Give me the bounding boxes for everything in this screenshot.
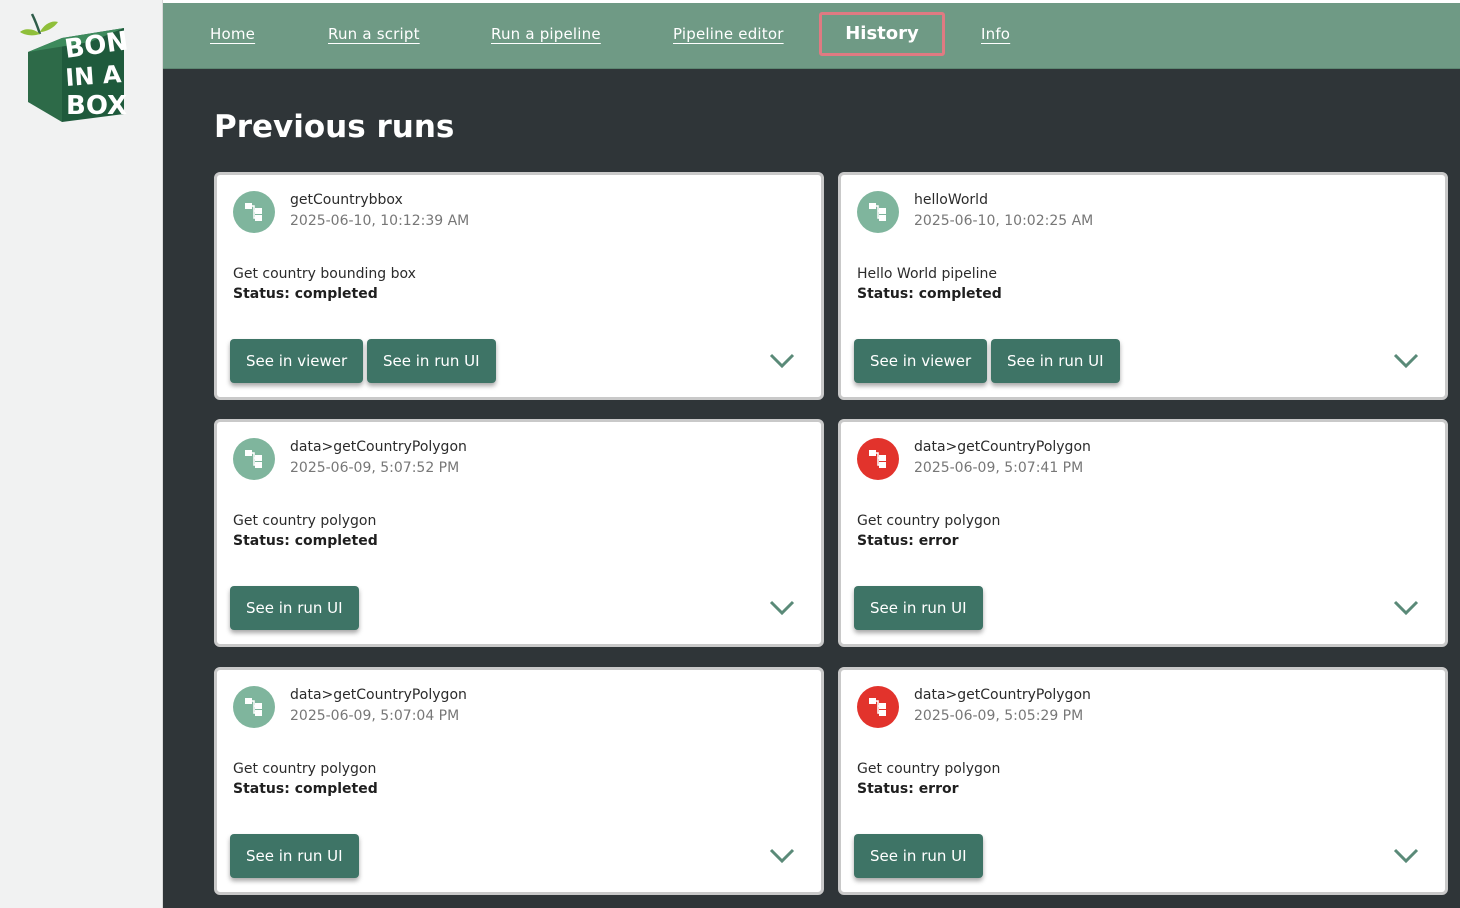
run-timestamp: 2025-06-09, 5:05:29 PM <box>914 708 1084 724</box>
chevron-down-icon[interactable] <box>1393 848 1419 864</box>
run-timestamp: 2025-06-09, 5:07:52 PM <box>290 460 460 476</box>
run-timestamp: 2025-06-09, 5:07:41 PM <box>914 460 1084 476</box>
top-navigation: Home Run a script Run a pipeline Pipelin… <box>163 3 1460 69</box>
run-status: Status: error <box>857 533 959 549</box>
svg-text:IN A: IN A <box>64 60 122 92</box>
pipeline-icon <box>857 438 899 480</box>
svg-text:BOX: BOX <box>66 91 127 121</box>
run-description: Get country polygon <box>233 513 377 529</box>
nav-run-pipeline-link[interactable]: Run a pipeline <box>491 25 601 43</box>
bon-in-a-box-logo[interactable]: BON IN A BOX <box>14 10 130 128</box>
see-in-viewer-button[interactable]: See in viewer <box>230 339 364 383</box>
pipeline-icon <box>857 191 899 233</box>
nav-info-link[interactable]: Info <box>981 25 1010 43</box>
see-in-run-ui-button[interactable]: See in run UI <box>854 586 983 630</box>
run-description: Get country polygon <box>233 761 377 777</box>
nav-history-tab[interactable]: History <box>819 12 945 56</box>
run-timestamp: 2025-06-10, 10:12:39 AM <box>290 213 470 229</box>
chevron-down-icon[interactable] <box>769 848 795 864</box>
see-in-run-ui-button[interactable]: See in run UI <box>230 586 359 630</box>
run-name: getCountrybbox <box>290 192 403 208</box>
run-status: Status: error <box>857 781 959 797</box>
sidebar: BON IN A BOX <box>0 0 163 908</box>
run-card: data>getCountryPolygon 2025-06-09, 5:07:… <box>838 419 1448 647</box>
run-status: Status: completed <box>233 781 378 797</box>
logo-box-icon: BON IN A BOX <box>20 13 130 122</box>
run-name: data>getCountryPolygon <box>290 439 467 455</box>
chevron-down-icon[interactable] <box>769 353 795 369</box>
run-card: helloWorld 2025-06-10, 10:02:25 AM Hello… <box>838 172 1448 400</box>
run-status: Status: completed <box>857 286 1002 302</box>
nav-pipeline-editor-link[interactable]: Pipeline editor <box>673 25 784 43</box>
see-in-viewer-button[interactable]: See in viewer <box>854 339 988 383</box>
pipeline-icon <box>233 438 275 480</box>
run-card: data>getCountryPolygon 2025-06-09, 5:05:… <box>838 667 1448 895</box>
see-in-run-ui-button[interactable]: See in run UI <box>854 834 983 878</box>
run-status: Status: completed <box>233 533 378 549</box>
run-timestamp: 2025-06-10, 10:02:25 AM <box>914 213 1094 229</box>
chevron-down-icon[interactable] <box>1393 353 1419 369</box>
nav-run-script-link[interactable]: Run a script <box>328 25 420 43</box>
run-card: getCountrybbox 2025-06-10, 10:12:39 AM G… <box>214 172 824 400</box>
run-timestamp: 2025-06-09, 5:07:04 PM <box>290 708 460 724</box>
run-card: data>getCountryPolygon 2025-06-09, 5:07:… <box>214 419 824 647</box>
pipeline-icon <box>233 191 275 233</box>
run-description: Get country polygon <box>857 761 1001 777</box>
run-name: helloWorld <box>914 192 988 208</box>
see-in-run-ui-button[interactable]: See in run UI <box>367 339 496 383</box>
run-name: data>getCountryPolygon <box>290 687 467 703</box>
pipeline-icon <box>857 686 899 728</box>
see-in-run-ui-button[interactable]: See in run UI <box>230 834 359 878</box>
run-description: Hello World pipeline <box>857 266 998 282</box>
run-name: data>getCountryPolygon <box>914 687 1091 703</box>
run-name: data>getCountryPolygon <box>914 439 1091 455</box>
nav-home-link[interactable]: Home <box>210 25 255 43</box>
page-title: Previous runs <box>214 109 455 145</box>
chevron-down-icon[interactable] <box>769 600 795 616</box>
see-in-run-ui-button[interactable]: See in run UI <box>991 339 1120 383</box>
run-card: data>getCountryPolygon 2025-06-09, 5:07:… <box>214 667 824 895</box>
run-status: Status: completed <box>233 286 378 302</box>
run-description: Get country polygon <box>857 513 1001 529</box>
run-description: Get country bounding box <box>233 266 416 282</box>
chevron-down-icon[interactable] <box>1393 600 1419 616</box>
pipeline-icon <box>233 686 275 728</box>
main-content: Previous runs getCountrybbox 2025-06-10,… <box>163 69 1460 908</box>
